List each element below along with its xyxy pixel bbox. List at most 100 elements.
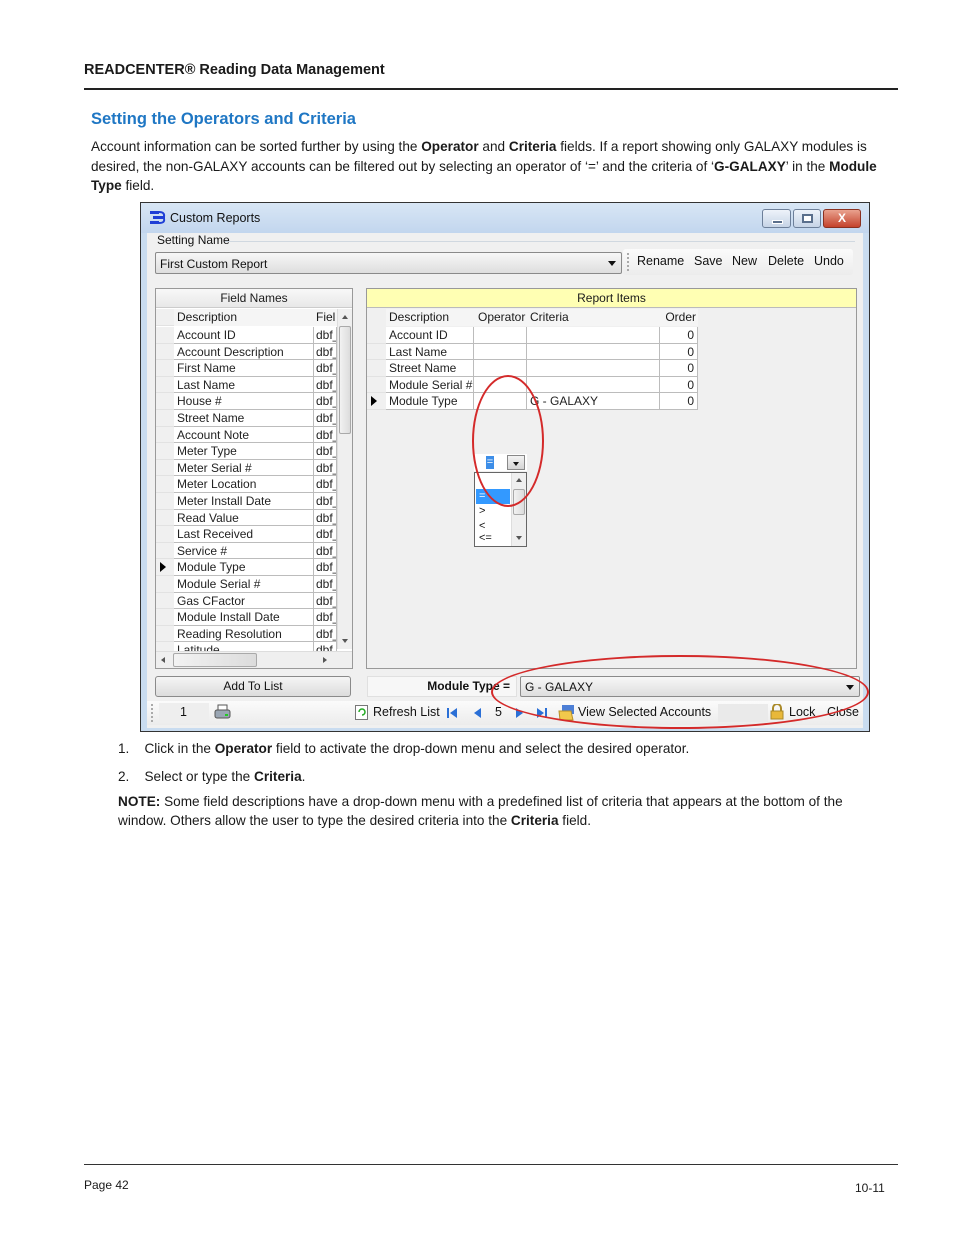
scroll-down-icon[interactable] (342, 639, 348, 643)
order-cell[interactable]: 0 (660, 376, 698, 394)
description-cell[interactable]: Account ID (386, 327, 474, 344)
undo-button[interactable]: Undo (814, 254, 844, 268)
order-cell[interactable]: 0 (660, 393, 698, 410)
column-header-description[interactable]: Description (174, 309, 314, 326)
field-code-cell[interactable]: dbf_ (314, 410, 337, 427)
scroll-down-icon[interactable] (516, 536, 522, 540)
field-name-cell[interactable]: Meter Type (174, 443, 314, 460)
scroll-right-icon[interactable] (323, 657, 327, 663)
row-header[interactable] (156, 426, 174, 444)
row-header[interactable] (156, 410, 174, 427)
field-name-cell[interactable]: Account Note (174, 426, 314, 444)
row-header[interactable] (367, 376, 386, 394)
row-header[interactable] (156, 443, 174, 460)
column-header-operator[interactable]: Operator (474, 309, 527, 326)
vertical-scrollbar[interactable] (337, 309, 352, 649)
field-code-cell[interactable]: dbf_ (314, 443, 337, 460)
scroll-thumb[interactable] (173, 653, 257, 667)
field-name-cell[interactable]: Meter Serial # (174, 459, 314, 477)
scroll-left-icon[interactable] (161, 657, 165, 663)
minimize-button[interactable] (762, 209, 791, 228)
criteria-cell[interactable] (527, 327, 660, 344)
field-code-cell[interactable]: dbf_ (314, 509, 337, 527)
row-header[interactable] (156, 592, 174, 610)
field-code-cell[interactable]: dbf_ (314, 393, 337, 410)
order-cell[interactable]: 0 (660, 343, 698, 361)
scroll-up-icon[interactable] (342, 315, 348, 319)
row-header[interactable] (156, 493, 174, 510)
maximize-button[interactable] (793, 209, 821, 228)
row-header[interactable] (156, 327, 174, 344)
order-cell[interactable]: 0 (660, 360, 698, 377)
row-header[interactable] (156, 360, 174, 377)
field-name-cell[interactable]: Account ID (174, 327, 314, 344)
field-name-cell[interactable]: House # (174, 393, 314, 410)
previous-record-icon[interactable] (474, 708, 481, 718)
row-header[interactable] (367, 360, 386, 377)
field-name-cell[interactable]: Module Serial # (174, 576, 314, 593)
order-cell[interactable]: 0 (660, 327, 698, 344)
field-code-cell[interactable]: dbf_ (314, 360, 337, 377)
column-header-description[interactable]: Description (386, 309, 474, 326)
row-header[interactable] (367, 393, 386, 410)
field-code-cell[interactable]: dbf_ (314, 526, 337, 543)
new-button[interactable]: New (732, 254, 757, 268)
description-cell[interactable]: Last Name (386, 343, 474, 361)
row-header[interactable] (156, 376, 174, 394)
description-cell[interactable]: Module Type (386, 393, 474, 410)
row-header[interactable] (156, 576, 174, 593)
horizontal-scrollbar[interactable] (156, 651, 352, 668)
close-button[interactable]: X (823, 209, 861, 228)
field-code-cell[interactable]: dbf_ (314, 343, 337, 361)
column-header-field[interactable]: Fiel (314, 309, 338, 326)
column-header-criteria[interactable]: Criteria (527, 309, 660, 326)
row-header[interactable] (156, 526, 174, 543)
column-header-order[interactable]: Order (660, 309, 698, 326)
field-name-cell[interactable]: Last Name (174, 376, 314, 394)
row-header[interactable] (367, 327, 386, 344)
field-name-cell[interactable]: Street Name (174, 410, 314, 427)
field-name-cell[interactable]: Read Value (174, 509, 314, 527)
field-name-cell[interactable]: Account Description (174, 343, 314, 361)
row-header[interactable] (156, 625, 174, 643)
criteria-cell[interactable]: G - GALAXY (527, 393, 660, 410)
printer-icon[interactable] (214, 704, 231, 721)
toolbar-grip[interactable] (151, 704, 153, 722)
field-name-cell[interactable]: Reading Resolution (174, 625, 314, 643)
save-button[interactable]: Save (694, 254, 723, 268)
field-code-cell[interactable]: dbf_ (314, 542, 337, 560)
scroll-thumb[interactable] (339, 326, 351, 434)
operator-option[interactable]: <= (476, 531, 510, 546)
operator-cell[interactable] (474, 327, 527, 344)
field-code-cell[interactable]: dbf_ (314, 327, 337, 344)
field-code-cell[interactable]: dbf_ (314, 625, 337, 643)
add-to-list-button[interactable]: Add To List (155, 676, 351, 697)
field-name-cell[interactable]: Meter Location (174, 476, 314, 493)
description-cell[interactable]: Street Name (386, 360, 474, 377)
delete-button[interactable]: Delete (768, 254, 804, 268)
operator-cell[interactable] (474, 360, 527, 377)
field-code-cell[interactable]: dbf_ (314, 592, 337, 610)
field-code-cell[interactable]: dbf_ (314, 376, 337, 394)
row-header[interactable] (156, 393, 174, 410)
row-header[interactable] (156, 609, 174, 626)
rename-button[interactable]: Rename (637, 254, 684, 268)
field-name-cell[interactable]: Last Received (174, 526, 314, 543)
field-code-cell[interactable]: dbf_ (314, 476, 337, 493)
field-name-cell[interactable]: Service # (174, 542, 314, 560)
field-code-cell[interactable]: dbf_ (314, 609, 337, 626)
field-name-cell[interactable]: Gas CFactor (174, 592, 314, 610)
row-header[interactable] (156, 542, 174, 560)
criteria-cell[interactable] (527, 360, 660, 377)
title-bar[interactable]: Custom Reports X (141, 203, 869, 233)
field-code-cell[interactable]: dbf_ (314, 576, 337, 593)
field-name-cell[interactable]: Module Type (174, 559, 314, 576)
row-header[interactable] (156, 459, 174, 477)
operator-cell[interactable] (474, 343, 527, 361)
refresh-list-button[interactable]: Refresh List (373, 705, 440, 719)
row-header[interactable] (156, 509, 174, 527)
field-code-cell[interactable]: dbf_ (314, 426, 337, 444)
row-header[interactable] (367, 343, 386, 361)
criteria-cell[interactable] (527, 376, 660, 394)
field-name-cell[interactable]: First Name (174, 360, 314, 377)
